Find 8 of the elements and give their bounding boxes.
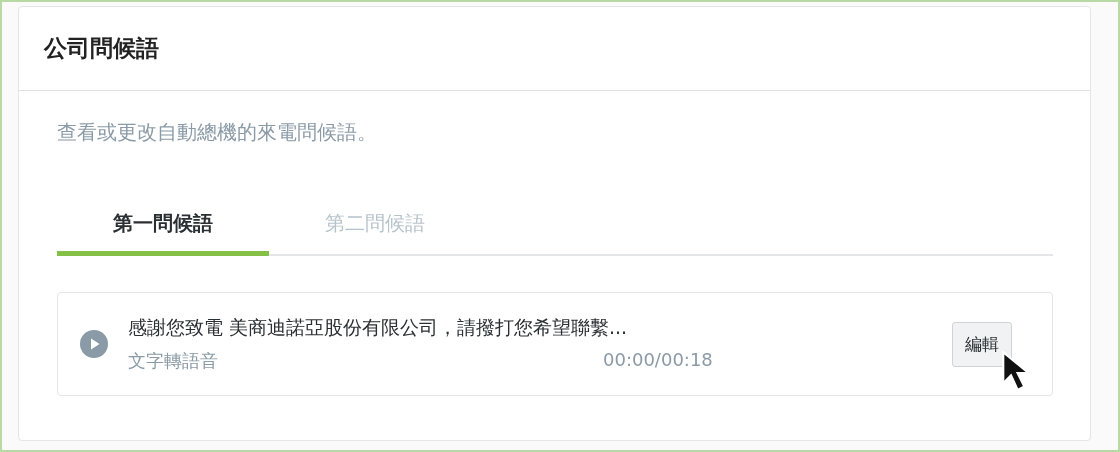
- greeting-tab[interactable]: 第一問候語: [57, 198, 269, 256]
- duration-text: 00:00/00:18: [603, 349, 713, 372]
- card-title: 公司問候語: [44, 34, 159, 63]
- play-icon[interactable]: [80, 330, 108, 358]
- greeting-text: 感謝您致電 美商迪諾亞股份有限公司，請撥打您希望聯繫...: [128, 315, 629, 340]
- greeting-type: 文字轉語音: [128, 349, 219, 373]
- edit-button[interactable]: 編輯: [952, 321, 1012, 367]
- description-text: 查看或更改自動總機的來電問候語。: [57, 119, 378, 146]
